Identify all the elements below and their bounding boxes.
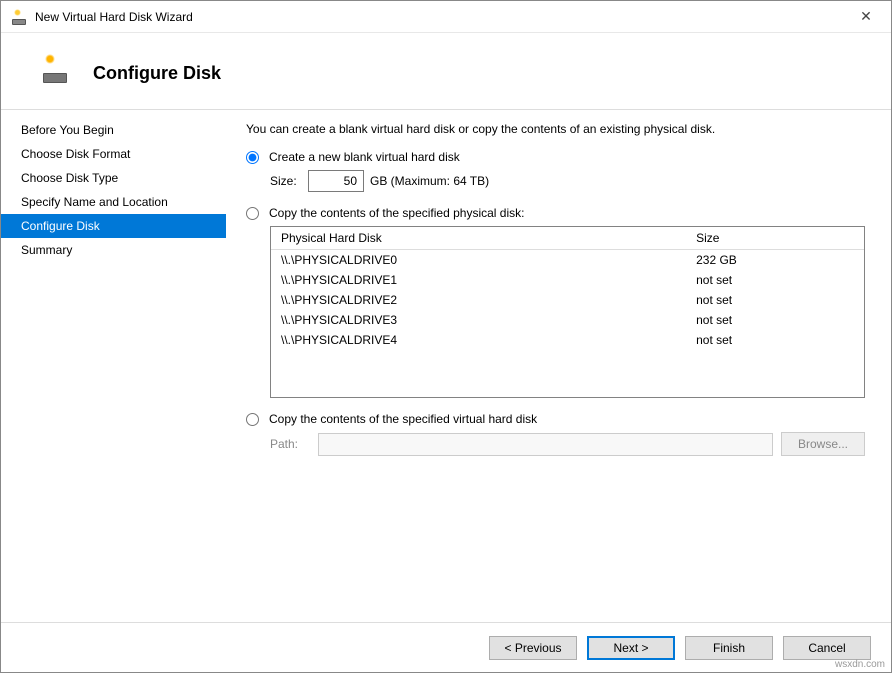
table-row[interactable]: \\.\PHYSICALDRIVE0232 GB	[271, 250, 864, 271]
sidebar-item-configure-disk[interactable]: Configure Disk	[1, 214, 226, 238]
sidebar-item-choose-disk-type[interactable]: Choose Disk Type	[1, 166, 226, 190]
path-label: Path:	[270, 437, 310, 451]
physical-disk-table[interactable]: Physical Hard Disk Size \\.\PHYSICALDRIV…	[270, 226, 865, 398]
path-input	[318, 433, 773, 456]
sidebar-item-summary[interactable]: Summary	[1, 238, 226, 262]
intro-text: You can create a blank virtual hard disk…	[246, 122, 865, 136]
watermark: wsxdn.com	[835, 659, 885, 670]
app-icon	[11, 9, 27, 25]
wizard-header: Configure Disk	[1, 33, 891, 109]
radio-blank-disk[interactable]	[246, 151, 259, 164]
browse-button: Browse...	[781, 432, 865, 456]
sidebar-item-choose-disk-format[interactable]: Choose Disk Format	[1, 142, 226, 166]
size-label: Size:	[270, 174, 308, 188]
steps-sidebar: Before You Begin Choose Disk Format Choo…	[1, 110, 226, 609]
radio-physical-disk[interactable]	[246, 207, 259, 220]
table-row[interactable]: \\.\PHYSICALDRIVE4not set	[271, 330, 864, 350]
cancel-button[interactable]: Cancel	[783, 636, 871, 660]
titlebar: New Virtual Hard Disk Wizard ✕	[1, 1, 891, 33]
footer: < Previous Next > Finish Cancel	[1, 622, 891, 672]
window-title: New Virtual Hard Disk Wizard	[35, 10, 843, 24]
wizard-icon	[41, 57, 69, 85]
option-blank-disk[interactable]: Create a new blank virtual hard disk	[246, 150, 865, 164]
page-title: Configure Disk	[93, 63, 221, 84]
close-icon[interactable]: ✕	[843, 2, 889, 32]
option-physical-disk[interactable]: Copy the contents of the specified physi…	[246, 206, 865, 220]
radio-virtual-disk[interactable]	[246, 413, 259, 426]
sidebar-item-before-you-begin[interactable]: Before You Begin	[1, 118, 226, 142]
sidebar-item-specify-name-location[interactable]: Specify Name and Location	[1, 190, 226, 214]
option-virtual-label: Copy the contents of the specified virtu…	[269, 412, 537, 426]
col-header-size[interactable]: Size	[686, 227, 864, 250]
table-row[interactable]: \\.\PHYSICALDRIVE1not set	[271, 270, 864, 290]
col-header-disk[interactable]: Physical Hard Disk	[271, 227, 686, 250]
option-virtual-disk[interactable]: Copy the contents of the specified virtu…	[246, 412, 865, 426]
option-blank-label: Create a new blank virtual hard disk	[269, 150, 460, 164]
next-button[interactable]: Next >	[587, 636, 675, 660]
table-row[interactable]: \\.\PHYSICALDRIVE2not set	[271, 290, 864, 310]
size-unit: GB (Maximum: 64 TB)	[370, 174, 489, 188]
finish-button[interactable]: Finish	[685, 636, 773, 660]
content-panel: You can create a blank virtual hard disk…	[226, 110, 891, 609]
previous-button[interactable]: < Previous	[489, 636, 577, 660]
size-input[interactable]	[308, 170, 364, 192]
option-physical-label: Copy the contents of the specified physi…	[269, 206, 524, 220]
table-row[interactable]: \\.\PHYSICALDRIVE3not set	[271, 310, 864, 330]
